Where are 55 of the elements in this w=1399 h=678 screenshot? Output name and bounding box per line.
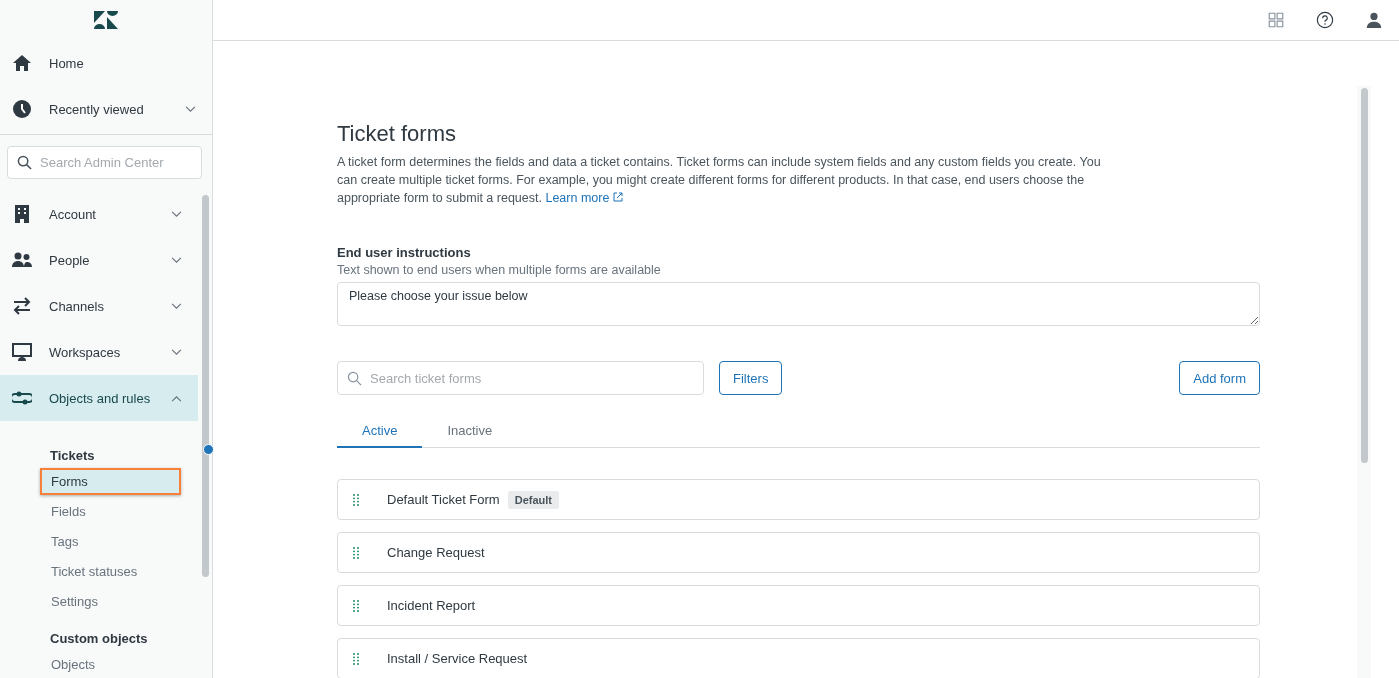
form-name: Incident Report	[387, 598, 476, 613]
logo-icon	[94, 11, 118, 29]
subnav-item[interactable]: Objects	[40, 651, 181, 678]
field-hint: Text shown to end users when multiple forms are available	[337, 263, 662, 277]
search-icon	[347, 370, 362, 386]
form-name: Change Request	[387, 545, 485, 560]
drag-handle-icon[interactable]	[353, 546, 359, 559]
nav-item[interactable]: Home	[0, 40, 212, 86]
form-row[interactable]: Default Ticket Form Default	[337, 479, 1260, 520]
external-link-icon	[612, 192, 623, 202]
learn-more-link[interactable]: Learn more	[545, 191, 623, 205]
nav-section[interactable]: Channels	[0, 283, 198, 329]
form-name: Install / Service Request	[387, 651, 528, 666]
group-heading: Custom objects	[49, 630, 149, 648]
filters-button[interactable]: Filters	[719, 361, 783, 395]
monitor-icon	[12, 342, 32, 362]
tab[interactable]: Active	[337, 415, 423, 448]
arrows-icon	[12, 296, 32, 316]
grid-icon[interactable]	[1267, 11, 1285, 29]
subnav-item[interactable]: Forms	[40, 468, 181, 495]
add-form-button[interactable]: Add form	[1179, 361, 1260, 395]
form-name: Default Ticket Form	[387, 492, 500, 507]
search-field[interactable]: Search ticket forms	[337, 361, 704, 395]
user-icon[interactable]	[1365, 11, 1383, 29]
home-icon	[12, 53, 32, 73]
clock-icon	[12, 99, 32, 119]
default-badge: Default	[507, 490, 559, 509]
drag-handle-icon[interactable]	[353, 493, 359, 506]
subnav-item[interactable]: Ticket statuses	[40, 558, 181, 585]
subnav-item[interactable]: Fields	[40, 498, 181, 525]
nav-section[interactable]: Account	[0, 191, 198, 237]
subnav-item[interactable]: Tags	[40, 528, 181, 555]
drag-handle-icon[interactable]	[353, 652, 359, 665]
subnav-item[interactable]: Settings	[40, 588, 181, 615]
instructions-field[interactable]: Please choose your issue below	[337, 282, 1260, 326]
field-label: End user instructions	[337, 245, 472, 260]
nav-item[interactable]: Recently viewed	[0, 86, 212, 132]
help-icon[interactable]	[1316, 11, 1334, 29]
form-row[interactable]: Incident Report	[337, 585, 1260, 626]
search-icon	[17, 155, 32, 170]
tab[interactable]: Inactive	[422, 415, 518, 448]
building-icon	[12, 204, 32, 224]
scrollbar[interactable]	[1357, 86, 1371, 678]
people-icon	[12, 250, 32, 270]
nav-section[interactable]: Workspaces	[0, 329, 198, 375]
drag-handle-icon[interactable]	[353, 599, 359, 612]
form-row[interactable]: Install / Service Request	[337, 638, 1260, 678]
resize-handle[interactable]	[203, 444, 214, 455]
form-row[interactable]: Change Request	[337, 532, 1260, 573]
nav-section[interactable]: Objects and rules	[0, 375, 198, 421]
search-field[interactable]: Search Admin Center	[7, 146, 202, 179]
page-description: A ticket form determines the fields and data a ticket contains. Ticket forms can include system fields and any custom fields you create. You can create multiple ticket forms. For example, you might create different forms for different products. In that case, end users choose the appropriate form to submit a request. Learn more	[337, 154, 1102, 207]
page-title: Ticket forms	[337, 121, 457, 147]
group-heading: Tickets	[49, 447, 96, 465]
nav-section[interactable]: People	[0, 237, 198, 283]
